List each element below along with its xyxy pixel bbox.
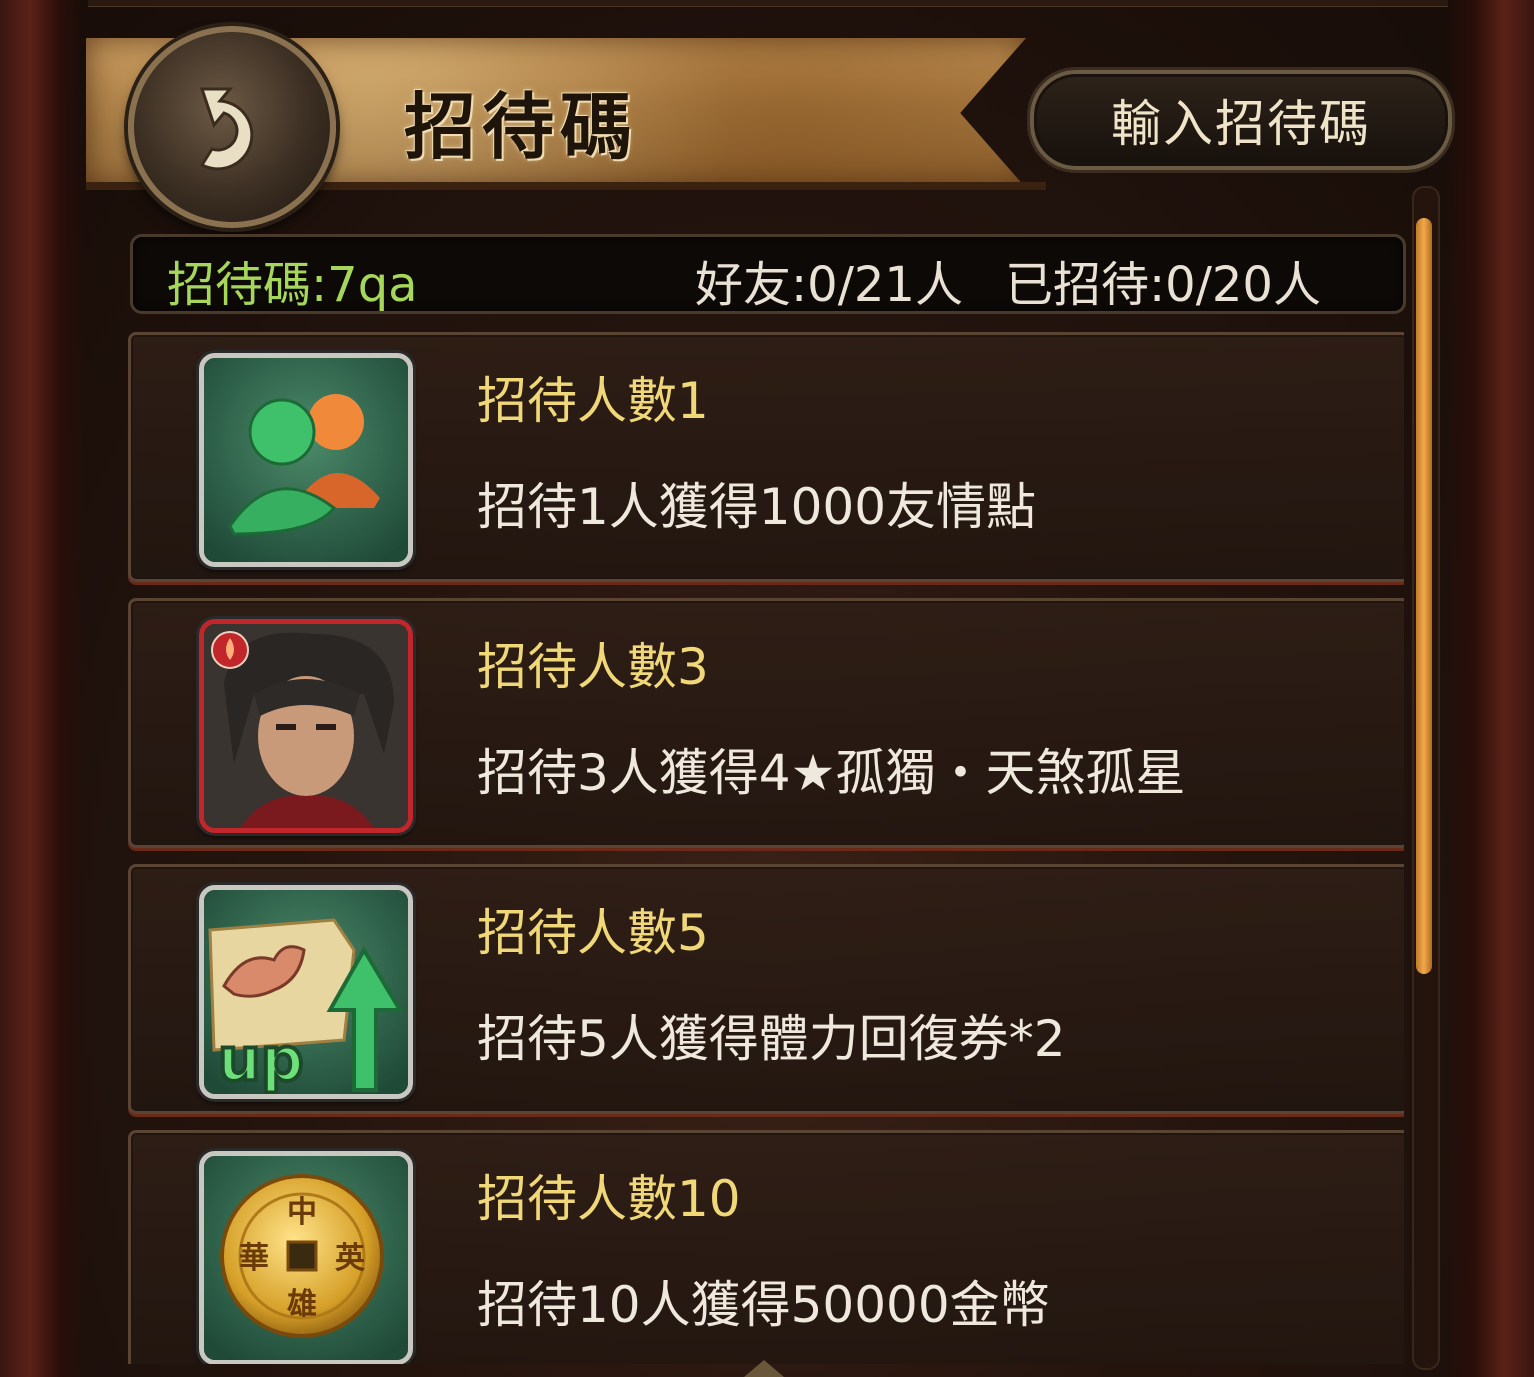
scrollbar[interactable] — [1412, 186, 1440, 1370]
friends-icon — [199, 353, 413, 567]
coin-char-top: 中 — [287, 1195, 317, 1230]
reward-row[interactable]: 招待人數3 招待3人獲得4★孤獨・天煞孤星 — [128, 598, 1404, 848]
reward-title: 招待人數5 — [477, 904, 709, 962]
svg-text:up: up — [218, 1025, 304, 1094]
reward-row[interactable]: up 招待人數5 招待5人獲得體力回復券*2 — [128, 864, 1404, 1114]
coin-char-left: 華 — [239, 1241, 269, 1276]
top-strip — [88, 0, 1448, 7]
hero-portrait-icon — [199, 619, 413, 833]
reward-title: 招待人數3 — [477, 638, 709, 696]
coin-char-bottom: 雄 — [287, 1287, 317, 1322]
invite-code: 招待碼:7qa — [167, 257, 418, 313]
coin-char-right: 英 — [335, 1241, 366, 1276]
reward-row[interactable]: 招待人數1 招待1人獲得1000友情點 — [128, 332, 1404, 582]
stamina-up-icon: up — [199, 885, 413, 1099]
stats-bar: 招待碼:7qa 好友:0/21人 已招待:0/20人 — [130, 234, 1406, 314]
reward-description: 招待5人獲得體力回復券*2 — [477, 1010, 1066, 1068]
enter-invite-code-button[interactable]: 輸入招待碼 — [1030, 70, 1452, 170]
scrollbar-thumb[interactable] — [1416, 218, 1432, 974]
gold-coin-icon: 中 華 英 雄 — [199, 1151, 413, 1364]
friends-count: 好友:0/21人 — [695, 257, 963, 313]
invited-count: 已招待:0/20人 — [1005, 257, 1321, 313]
back-arrow-icon — [199, 87, 254, 171]
reward-description: 招待1人獲得1000友情點 — [477, 478, 1037, 536]
reward-description: 招待10人獲得50000金幣 — [477, 1276, 1050, 1334]
back-button[interactable] — [128, 26, 336, 228]
page-title: 招待碼 — [404, 84, 639, 169]
reward-title: 招待人數10 — [477, 1170, 741, 1228]
reward-row[interactable]: 中 華 英 雄 招待人數10 招待10人獲得50000金幣 — [128, 1130, 1404, 1364]
reward-description: 招待3人獲得4★孤獨・天煞孤星 — [477, 744, 1186, 802]
reward-list[interactable]: 招待人數1 招待1人獲得1000友情點 招待人數3 招待3人獲得4★孤獨・天煞孤… — [128, 332, 1404, 1364]
reward-title: 招待人數1 — [477, 372, 709, 430]
